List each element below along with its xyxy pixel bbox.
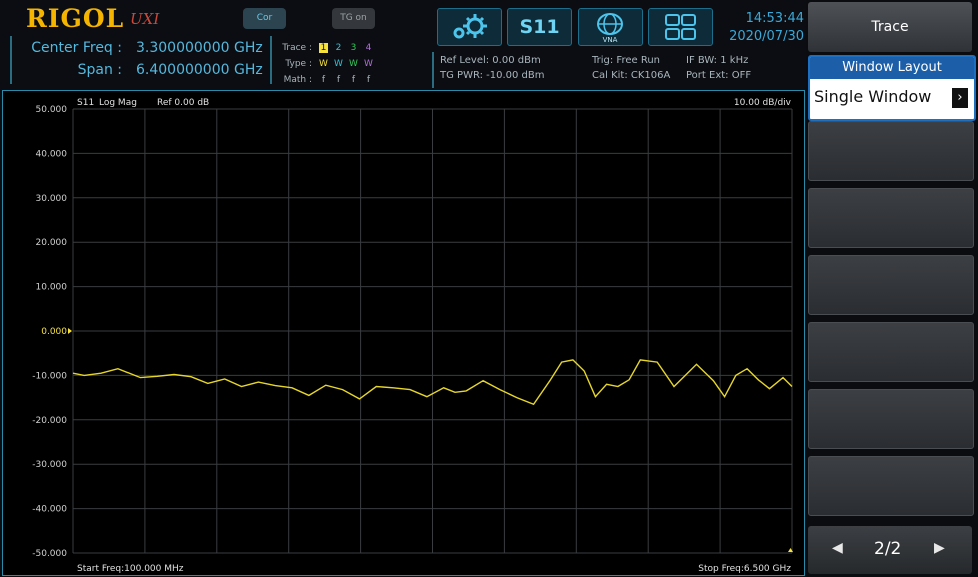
trace-label: Trace : <box>282 43 312 53</box>
stop-frequency-label: Stop Freq:6.500 GHz <box>698 564 791 574</box>
y-tick-label: 0.000 <box>41 327 67 337</box>
type-4: W <box>364 59 373 69</box>
vna-button[interactable]: VNA <box>578 8 643 46</box>
y-tick-label: -20.000 <box>32 416 67 426</box>
clock-date: 2020/07/30 <box>729 29 804 44</box>
trace-1[interactable]: 1 <box>318 43 329 53</box>
trace-plot: 50.000 40.000 30.000 20.000 10.000 0.000 -10.0… <box>32 98 793 574</box>
window-layout-button[interactable] <box>648 8 713 46</box>
vna-icon-label: VNA <box>603 36 618 44</box>
settings-button[interactable] <box>437 8 502 46</box>
type-label: Type : <box>285 59 312 69</box>
y-tick-label: -50.000 <box>32 549 67 559</box>
if-bw-status: IF BW: 1 kHz <box>686 55 749 66</box>
menu-page-indicator: 2/2 <box>874 539 902 559</box>
tg-power-status: TG PWR: -10.00 dBm <box>440 70 545 81</box>
chevron-right-icon: › <box>952 88 968 108</box>
trace-table[interactable]: Trace :1234 Type :WWWW Math :ffff <box>278 40 376 88</box>
math-2: f <box>336 75 341 85</box>
grid-layout-icon <box>665 14 696 40</box>
trigger-status: Trig: Free Run <box>592 55 660 66</box>
correction-button[interactable]: Cor <box>243 8 286 29</box>
ref-level-status: Ref Level: 0.00 dBm <box>440 55 541 66</box>
math-1: f <box>321 75 326 85</box>
reference-marker <box>68 328 72 334</box>
trace-4[interactable]: 4 <box>361 40 376 56</box>
reference-label: Ref 0.00 dB <box>157 98 209 108</box>
center-freq-label: Center Freq : <box>31 40 122 56</box>
math-label: Math : <box>283 75 312 85</box>
page-prev-icon[interactable]: ◀ <box>832 540 843 556</box>
series-logo: UXI <box>130 10 160 28</box>
y-tick-label: -30.000 <box>32 460 67 470</box>
page-next-icon[interactable]: ▶ <box>934 540 945 556</box>
frequency-panel[interactable]: Center Freq : 3.300000000 GHz Span : 6.400… <box>10 36 272 84</box>
type-2: W <box>334 59 343 69</box>
trace-display[interactable]: 50.000 40.000 30.000 20.000 10.000 0.000 -10.0… <box>2 90 805 576</box>
type-1: W <box>319 59 328 69</box>
window-layout-label: Window Layout <box>810 57 974 79</box>
y-tick-labels: 50.000 40.000 30.000 20.000 10.000 0.000 -10.0… <box>32 105 72 559</box>
type-3: W <box>349 59 358 69</box>
plot-grid <box>72 108 793 554</box>
clock-time: 14:53:44 <box>745 11 804 26</box>
menu-title: Trace <box>808 2 972 52</box>
s11-button[interactable]: S11 <box>507 8 572 46</box>
y-tick-label: 50.000 <box>36 105 68 115</box>
softkey-panel: Trace Window Layout Single Window › ◀ 2/… <box>806 0 978 577</box>
port-ext-status: Port Ext: OFF <box>686 70 752 81</box>
span-label: Span : <box>77 62 122 78</box>
center-freq-value[interactable]: 3.300000000 GHz <box>136 40 263 56</box>
vna-icon: VNA <box>597 13 623 44</box>
menu-page-control: ◀ 2/2 ▶ <box>808 526 972 574</box>
header: RIGOL UXI Cor TG on Center Freq : 3.30000… <box>0 0 806 90</box>
trace-3[interactable]: 3 <box>346 40 361 56</box>
gear-icon <box>453 14 487 39</box>
softkey-3[interactable] <box>808 121 974 181</box>
span-value[interactable]: 6.400000000 GHz <box>136 62 263 78</box>
scale-label: 10.00 dB/div <box>734 98 792 108</box>
tracking-generator-button[interactable]: TG on <box>332 8 375 29</box>
math-3: f <box>351 75 356 85</box>
status-panel: Ref Level: 0.00 dBm TG PWR: -10.00 dBm T… <box>432 52 806 88</box>
format-label: Log Mag <box>99 98 137 108</box>
y-tick-label: -10.000 <box>32 371 67 381</box>
softkey-5[interactable] <box>808 255 974 315</box>
start-frequency-label: Start Freq:100.000 MHz <box>77 564 184 574</box>
y-tick-label: 40.000 <box>36 149 68 159</box>
softkey-8[interactable] <box>808 456 974 516</box>
clock: 14:53:44 2020/07/30 <box>718 10 804 46</box>
softkey-4[interactable] <box>808 188 974 248</box>
window-layout-softkey[interactable]: Window Layout Single Window › <box>808 55 976 121</box>
math-4: f <box>366 75 371 85</box>
rigol-logo: RIGOL <box>26 4 125 33</box>
softkey-7[interactable] <box>808 389 974 449</box>
measurement-label: S11 <box>77 98 94 108</box>
y-tick-label: 10.000 <box>36 283 68 293</box>
trace-2[interactable]: 2 <box>331 40 346 56</box>
y-tick-label: 20.000 <box>36 238 68 248</box>
softkey-6[interactable] <box>808 322 974 382</box>
cal-kit-status: Cal Kit: CK106A <box>592 70 671 81</box>
y-tick-label: -40.000 <box>32 505 67 515</box>
y-tick-label: 30.000 <box>36 194 68 204</box>
window-layout-value: Single Window <box>814 87 932 106</box>
